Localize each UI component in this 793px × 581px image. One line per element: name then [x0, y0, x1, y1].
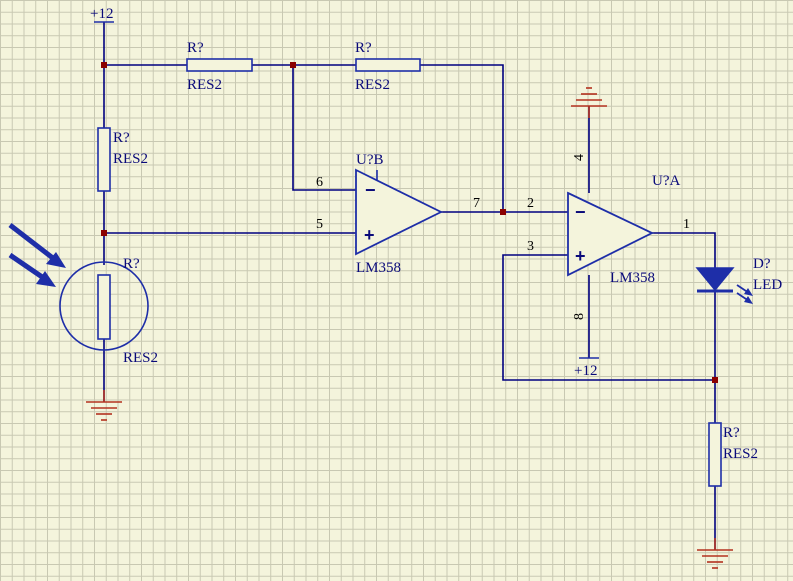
light-arrow-icon	[8, 223, 66, 287]
vcc-port-top: +12	[90, 6, 114, 23]
vcc-label-bottom: +12	[574, 363, 597, 379]
schematic-canvas: +12 +12 R? RES2 R? RES2 R? RES2 R? RES2 …	[8, 6, 782, 569]
resistor-icon	[97, 127, 111, 192]
junction-dot	[101, 62, 107, 68]
led-designator: D?	[753, 256, 771, 272]
resistor-type: RES2	[723, 446, 758, 462]
pin-number: 2	[527, 196, 534, 211]
junction-dot	[712, 377, 718, 383]
resistor-type: RES2	[113, 151, 148, 167]
resistor-left-vertical: R? RES2	[97, 127, 148, 192]
junction-dot	[101, 230, 107, 236]
resistor-icon	[186, 58, 253, 72]
opamp-u-a: − + U?A LM358	[567, 173, 680, 286]
opamp-designator: U?B	[356, 152, 384, 168]
pin-number: 4	[572, 154, 587, 161]
pin-number: 3	[527, 239, 534, 254]
wire-top-3	[420, 64, 504, 212]
led-type: LED	[753, 277, 782, 293]
resistor-top-right: R? RES2	[355, 40, 421, 93]
wire-pin3-loop	[502, 254, 715, 381]
led: D? LED	[695, 256, 782, 304]
opamp-part: LM358	[356, 260, 401, 276]
opamp-plus-sign: +	[364, 225, 375, 245]
ground-symbol-icon	[86, 390, 122, 421]
resistor-top-left: R? RES2	[186, 40, 253, 93]
resistor-icon	[708, 422, 722, 487]
resistor-type: RES2	[123, 350, 158, 366]
resistor-designator: R?	[355, 40, 372, 56]
pin-number: 5	[316, 217, 323, 232]
opamp-minus-sign: −	[365, 180, 376, 200]
vcc-label-top: +12	[90, 6, 113, 22]
junction-dot	[500, 209, 506, 215]
light-arrow-icon	[736, 284, 753, 304]
ground-symbol-icon	[697, 538, 733, 569]
pin-number: 1	[683, 217, 690, 232]
resistor-type: RES2	[187, 77, 222, 93]
opamp-designator: U?A	[652, 173, 680, 189]
wire-pin1	[652, 232, 716, 268]
pin-number: 6	[316, 175, 323, 190]
resistor-type: RES2	[355, 77, 390, 93]
opamp-minus-sign: −	[575, 202, 586, 222]
opamp-part: LM358	[610, 270, 655, 286]
opamp-plus-sign: +	[575, 246, 586, 266]
schematic-sheet: +12 +12 R? RES2 R? RES2 R? RES2 R? RES2 …	[0, 0, 793, 581]
resistor-icon	[97, 274, 111, 340]
wire-pin6	[292, 65, 356, 191]
pin-number: 8	[572, 313, 587, 320]
photoresistor: R? RES2	[8, 223, 158, 366]
resistor-designator: R?	[123, 256, 140, 272]
ground-symbol-icon	[571, 87, 607, 118]
opamp-u-b: − + U?B LM358	[355, 152, 444, 276]
resistor-designator: R?	[113, 130, 130, 146]
vcc-port-bottom: +12	[574, 357, 599, 379]
resistor-designator: R?	[723, 425, 740, 441]
wires	[103, 22, 716, 550]
resistor-led: R? RES2	[708, 422, 758, 487]
resistor-icon	[355, 58, 421, 72]
junction-dot	[290, 62, 296, 68]
led-icon	[695, 267, 735, 292]
pin-number: 7	[473, 196, 480, 211]
resistor-designator: R?	[187, 40, 204, 56]
